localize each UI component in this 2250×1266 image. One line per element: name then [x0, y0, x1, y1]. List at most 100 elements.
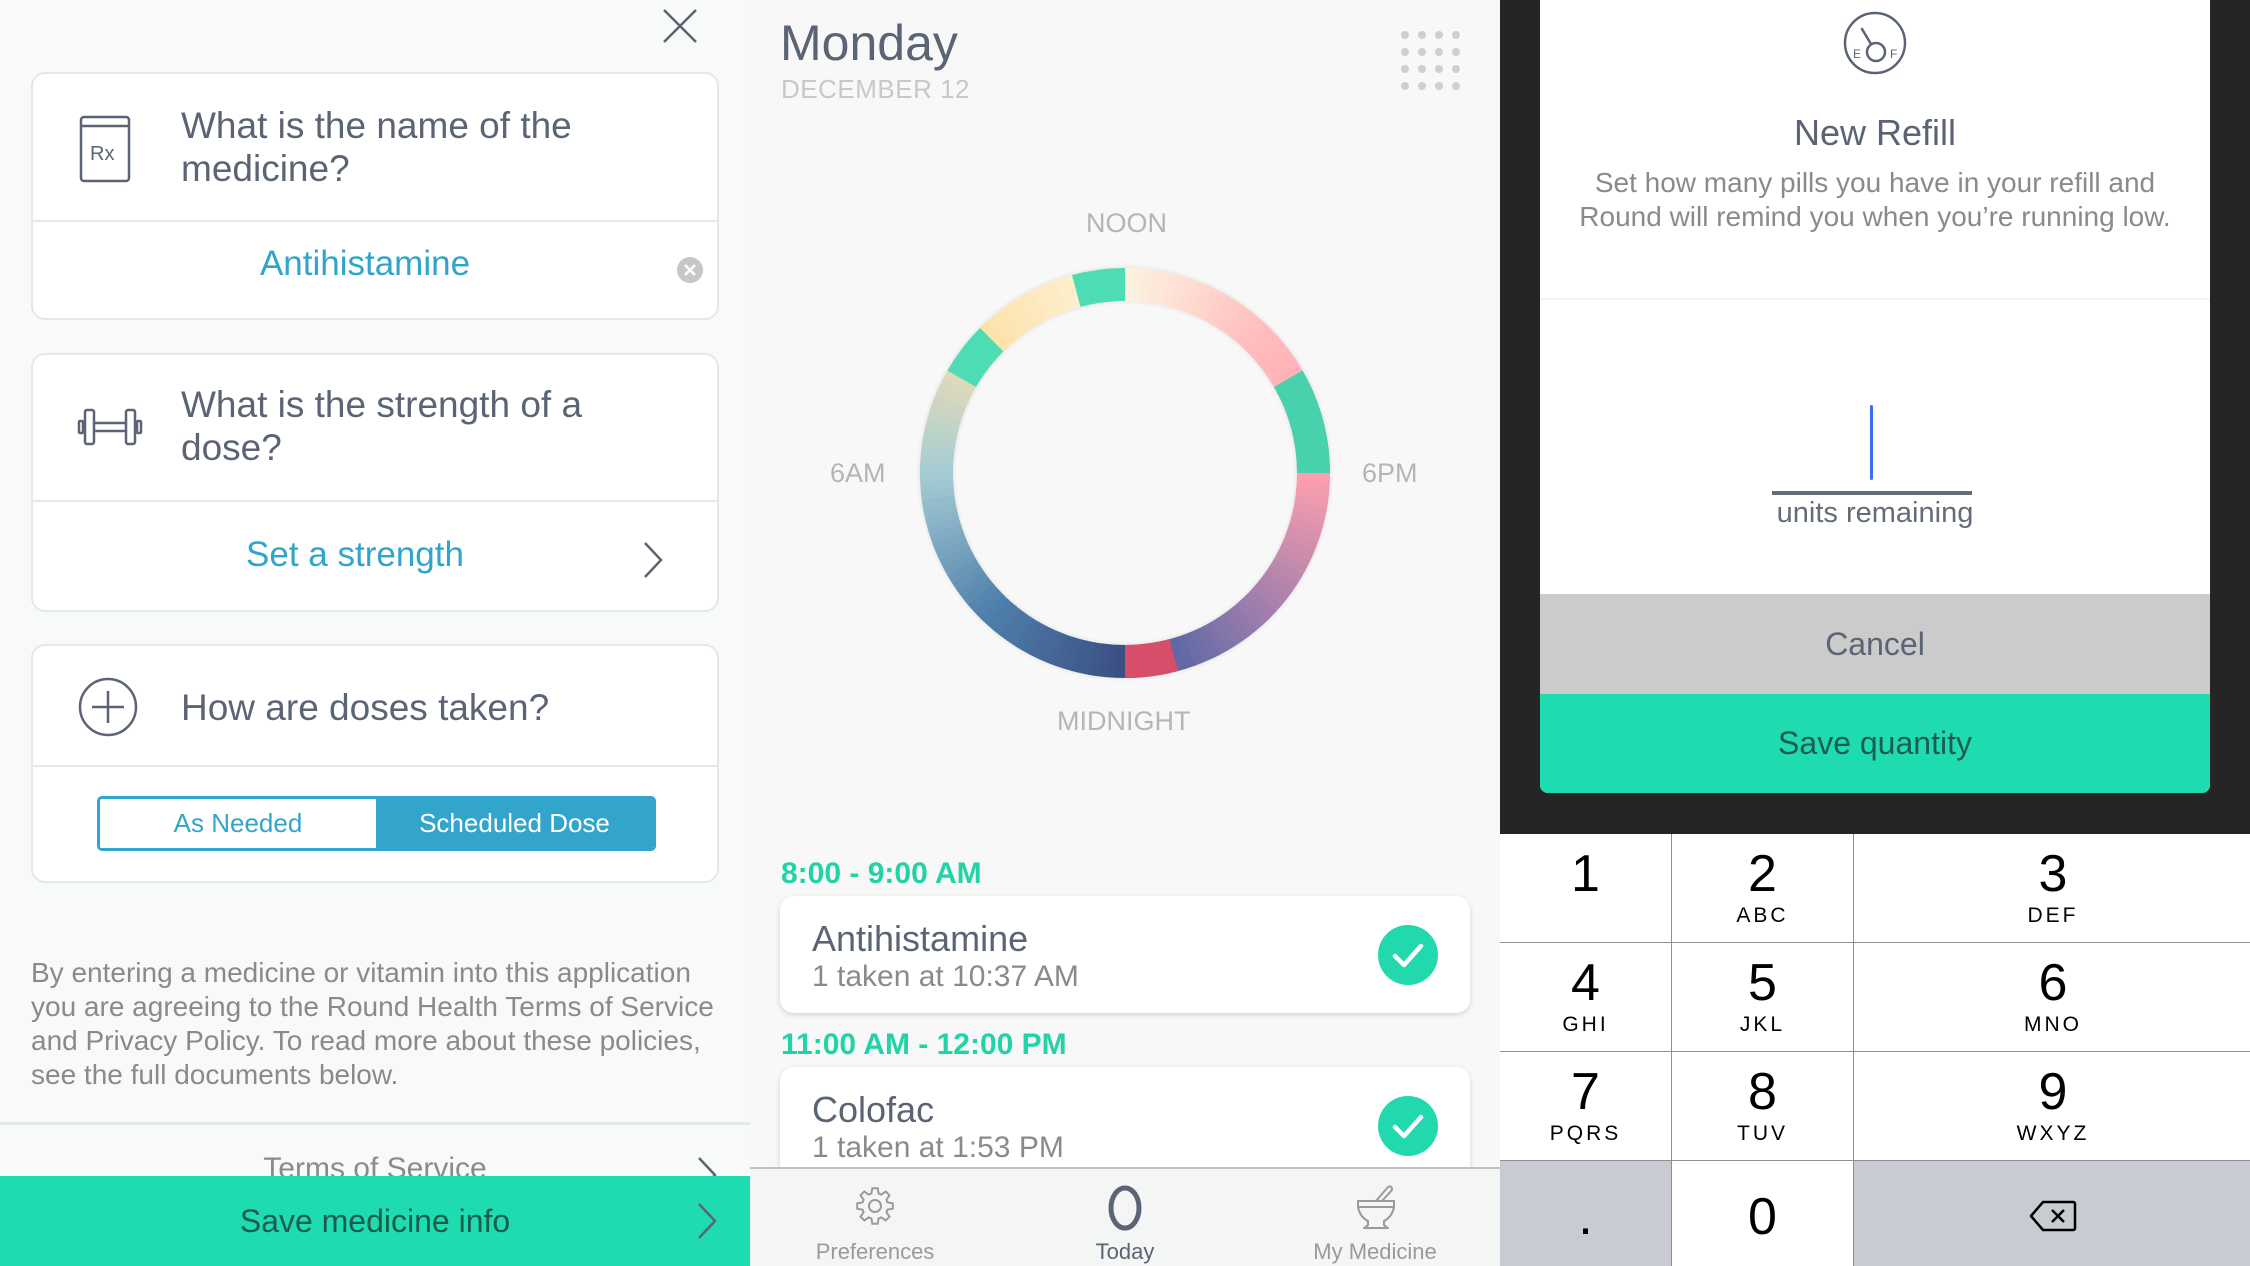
quantity-input[interactable]: [1772, 395, 1972, 495]
time-slot-header: 8:00 - 9:00 AM: [781, 857, 982, 890]
chevron-right-icon: [644, 542, 663, 578]
midnight-label: MIDNIGHT: [1057, 706, 1191, 736]
key-7[interactable]: 7 PQRS: [1500, 1052, 1671, 1160]
tab-preferences[interactable]: Preferences: [750, 1169, 1000, 1266]
dose-type-card: How are doses taken? As Needed Scheduled…: [31, 644, 719, 883]
dose-strength-card: What is the strength of a dose? Set a st…: [31, 353, 719, 612]
tab-label: Today: [1095, 1239, 1155, 1264]
grid-dot: [1418, 31, 1426, 39]
key-letters: PQRS: [1549, 1122, 1622, 1145]
key-decimal[interactable]: .: [1500, 1161, 1671, 1266]
checkmark-icon: [1392, 943, 1424, 968]
grid-dot: [1452, 48, 1460, 56]
calendar-grid-icon[interactable]: [1400, 30, 1462, 92]
dose-type-toggle: As Needed Scheduled Dose: [97, 796, 656, 851]
date-subtitle: DECEMBER 12: [781, 74, 970, 104]
dose-status: 1 taken at 1:53 PM: [812, 1131, 1064, 1164]
gear-icon: [856, 1187, 894, 1225]
mortar-pestle-icon: [1357, 1185, 1395, 1229]
tab-label: My Medicine: [1313, 1239, 1437, 1264]
grid-dot: [1452, 82, 1460, 90]
key-digit: 3: [2038, 845, 2068, 903]
svg-text:Rx: Rx: [90, 143, 114, 165]
grid-dot: [1435, 31, 1443, 39]
key-8[interactable]: 8 TUV: [1672, 1052, 1853, 1160]
six-am-label: 6AM: [830, 458, 886, 488]
key-digit: 6: [2038, 954, 2068, 1012]
rx-bottle-icon: Rx: [79, 115, 131, 183]
ring-icon: [1108, 1185, 1142, 1231]
ring-gradient-slice: [920, 471, 954, 482]
key-digit: 5: [1748, 954, 1777, 1012]
six-pm-label: 6PM: [1362, 458, 1418, 488]
taken-check-button[interactable]: [1378, 925, 1438, 985]
save-quantity-button[interactable]: Save quantity: [1540, 694, 2210, 793]
tab-today[interactable]: Today: [1000, 1169, 1250, 1266]
ring-current-time-segment[interactable]: [1125, 639, 1179, 678]
units-remaining-label: units remaining: [1776, 497, 1974, 529]
key-digit: 7: [1571, 1063, 1600, 1121]
grid-dot: [1418, 82, 1426, 90]
key-digit: 0: [1748, 1188, 1777, 1246]
gauge-full-label: F: [1890, 47, 1897, 61]
ring-dose-window-segment[interactable]: [1071, 268, 1125, 307]
grid-dot: [1452, 65, 1460, 73]
set-strength-button[interactable]: Set a strength: [33, 535, 717, 575]
key-6[interactable]: 6 MNO: [1854, 943, 2250, 1051]
key-4[interactable]: 4 GHI: [1500, 943, 1671, 1051]
key-digit: 4: [1571, 954, 1600, 1012]
taken-check-button[interactable]: [1378, 1096, 1438, 1156]
key-letters: ABC: [1736, 904, 1789, 927]
key-letters: JKL: [1739, 1013, 1786, 1036]
close-button[interactable]: [660, 6, 700, 46]
key-digit: 1: [1571, 845, 1600, 903]
ring-dose-window-segment[interactable]: [1273, 370, 1330, 474]
gauge-empty-label: E: [1853, 47, 1861, 61]
tab-label: Preferences: [815, 1239, 935, 1264]
key-5[interactable]: 5 JKL: [1672, 943, 1853, 1051]
new-refill-dialog: E F New Refill Set how many pills you ha…: [1540, 0, 2210, 793]
key-letters: TUV: [1737, 1122, 1788, 1145]
dose-type-question: How are doses taken?: [181, 687, 550, 728]
fuel-gauge-icon: E F: [1843, 11, 1907, 75]
medicine-name-question: What is the name of the medicine?: [181, 105, 572, 189]
grid-dot: [1452, 31, 1460, 39]
day-ring-chart[interactable]: [900, 248, 1350, 698]
key-letters: DEF: [2027, 904, 2079, 927]
medicine-name-input[interactable]: Antihistamine: [33, 244, 637, 284]
key-backspace[interactable]: [1854, 1161, 2250, 1266]
key-digit: 2: [1748, 845, 1777, 903]
grid-dot: [1401, 31, 1409, 39]
dose-card[interactable]: Antihistamine 1 taken at 10:37 AM: [780, 896, 1470, 1013]
key-letters: MNO: [2024, 1013, 2082, 1036]
as-needed-option[interactable]: As Needed: [100, 799, 376, 848]
close-icon: [663, 9, 697, 43]
key-letters: WXYZ: [2016, 1122, 2090, 1145]
key-digit: 8: [1748, 1063, 1777, 1121]
divider: [33, 220, 717, 222]
legal-disclaimer: By entering a medicine or vitamin into t…: [31, 957, 714, 1090]
save-medicine-button[interactable]: Save medicine info: [0, 1176, 750, 1266]
numeric-keypad: 1 2 ABC 3 DEF 4 GHI 5 JKL 6 MNO 7 PQRS 8 TUV 9W…: [1500, 834, 2250, 1266]
key-9[interactable]: 9 WXYZ: [1854, 1052, 2250, 1160]
dialog-description: Set how many pills you have in your refi…: [1579, 167, 2171, 232]
cancel-button[interactable]: Cancel: [1540, 594, 2210, 694]
grid-dot: [1418, 65, 1426, 73]
key-1[interactable]: 1: [1500, 834, 1671, 942]
dose-status: 1 taken at 10:37 AM: [812, 960, 1079, 993]
plus-circle-icon: [78, 677, 138, 737]
tab-my-medicine[interactable]: My Medicine: [1250, 1169, 1500, 1266]
chevron-right-icon: [698, 1203, 717, 1239]
divider: [33, 500, 717, 502]
key-2[interactable]: 2 ABC: [1672, 834, 1853, 942]
key-0[interactable]: 0: [1672, 1161, 1853, 1266]
dose-medicine-name: Antihistamine: [812, 918, 1029, 959]
scheduled-dose-option[interactable]: Scheduled Dose: [376, 799, 653, 848]
save-medicine-label: Save medicine info: [239, 1202, 511, 1239]
key-3[interactable]: 3 DEF: [1854, 834, 2250, 942]
clear-text-icon[interactable]: [676, 256, 704, 284]
key-digit: 9: [2038, 1063, 2068, 1121]
dose-strength-question: What is the strength of a dose?: [181, 384, 583, 468]
grid-dot: [1435, 82, 1443, 90]
checkmark-icon: [1392, 1114, 1424, 1139]
